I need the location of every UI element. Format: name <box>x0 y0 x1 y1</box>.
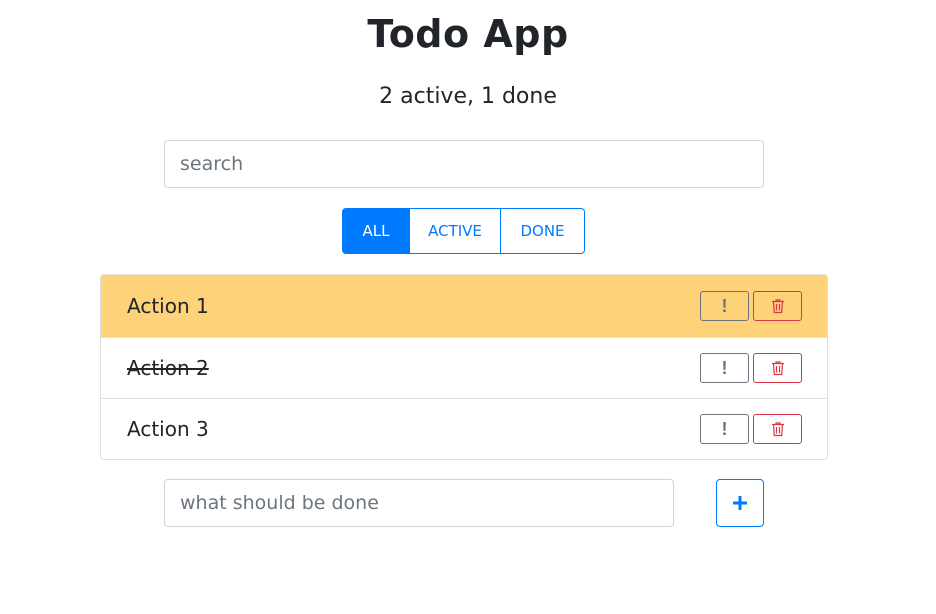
delete-button[interactable] <box>753 291 802 321</box>
page-title: Todo App <box>367 12 569 56</box>
add-todo-button[interactable] <box>716 479 764 527</box>
filter-active-button[interactable]: ACTIVE <box>409 208 501 254</box>
todo-item: Action 2 ! <box>101 337 827 398</box>
mark-important-button[interactable]: ! <box>700 414 749 444</box>
todo-app: Todo App 2 active, 1 done ALL ACTIVE DON… <box>0 0 936 614</box>
delete-button[interactable] <box>753 353 802 383</box>
filter-done-button[interactable]: DONE <box>500 208 585 254</box>
mark-important-button[interactable]: ! <box>700 291 749 321</box>
status-summary: 2 active, 1 done <box>379 84 557 109</box>
search-input[interactable] <box>164 140 764 188</box>
new-todo-input[interactable] <box>164 479 674 527</box>
todo-item-actions: ! <box>700 353 802 383</box>
todo-item: Action 1 ! <box>101 275 827 337</box>
filter-all-button[interactable]: ALL <box>342 208 410 254</box>
delete-button[interactable] <box>753 414 802 444</box>
todo-item-actions: ! <box>700 291 802 321</box>
exclamation-icon: ! <box>721 357 728 378</box>
trash-icon <box>771 299 784 314</box>
trash-icon <box>771 422 784 437</box>
todo-item: Action 3 ! <box>101 398 827 459</box>
exclamation-icon: ! <box>721 418 728 439</box>
mark-important-button[interactable]: ! <box>700 353 749 383</box>
plus-icon <box>733 496 747 510</box>
todo-item-actions: ! <box>700 414 802 444</box>
filter-button-group: ALL ACTIVE DONE <box>342 208 585 254</box>
todo-list: Action 1 ! Action 2 ! Action 3 ! <box>100 274 828 460</box>
exclamation-icon: ! <box>721 295 728 316</box>
trash-icon <box>771 361 784 376</box>
